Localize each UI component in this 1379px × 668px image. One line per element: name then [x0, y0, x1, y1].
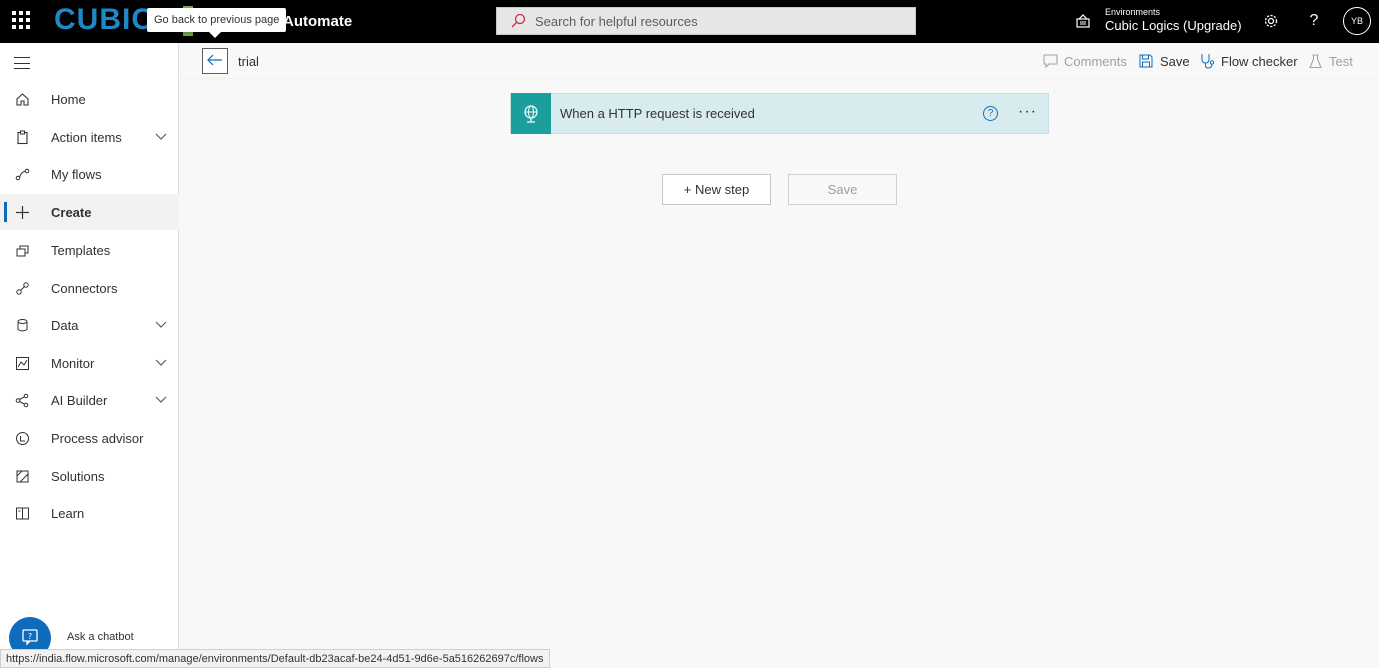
home-icon [14, 91, 31, 108]
save-icon [1138, 53, 1154, 69]
sidebar-item-create[interactable]: Create [0, 194, 179, 230]
flow-checker-label: Flow checker [1221, 53, 1298, 69]
sidebar-item-label: Monitor [51, 355, 95, 371]
book-icon [14, 505, 31, 522]
search-icon [509, 12, 527, 30]
templates-icon [14, 242, 31, 259]
status-url: https://india.flow.microsoft.com/manage/… [0, 649, 550, 668]
svg-text:?: ? [28, 632, 32, 641]
chevron-down-icon[interactable] [155, 357, 167, 369]
sidebar-item-label: Templates [51, 242, 111, 258]
sidebar-item-label: Learn [51, 505, 85, 521]
environment-picker[interactable]: Environments Cubic Logics (Upgrade) [1075, 7, 1242, 34]
sidebar-item-connectors[interactable]: Connectors [0, 270, 179, 306]
save-label: Save [1160, 53, 1190, 69]
chevron-down-icon[interactable] [155, 394, 167, 406]
arrow-left-icon [207, 54, 223, 69]
connectors-icon [14, 280, 31, 297]
monitor-icon [14, 355, 31, 372]
back-tooltip: Go back to previous page [147, 8, 287, 38]
flow-name[interactable]: trial [238, 54, 259, 69]
sidebar-item-label: Create [51, 204, 92, 220]
sidebar-item-label: Connectors [51, 280, 118, 296]
test-label: Test [1329, 53, 1353, 69]
environment-icon [1075, 12, 1093, 30]
sidebar-item-action-items[interactable]: Action items [0, 119, 179, 155]
test-button[interactable]: Test [1307, 53, 1353, 69]
chevron-down-icon[interactable] [155, 319, 167, 331]
sidebar-item-templates[interactable]: Templates [0, 232, 179, 268]
search-placeholder: Search for helpful resources [535, 13, 698, 29]
more-options-icon[interactable]: ··· [1018, 103, 1037, 121]
back-button[interactable] [202, 48, 228, 74]
database-icon [14, 317, 31, 334]
sidebar-item-label: My flows [51, 166, 102, 182]
new-step-button[interactable]: + New step [662, 174, 771, 205]
environment-label: Environments [1105, 7, 1161, 17]
plus-icon [14, 204, 31, 221]
command-bar: trial Comments Save Flow checker Test [180, 43, 1379, 79]
http-trigger-card[interactable]: When a HTTP request is received ? ··· [510, 93, 1049, 134]
sidebar-item-label: AI Builder [51, 392, 108, 408]
comment-icon [1042, 53, 1058, 69]
sidebar-item-learn[interactable]: Learn [0, 495, 179, 531]
sidebar-item-label: Solutions [51, 468, 105, 484]
app-launcher-icon[interactable] [12, 11, 30, 29]
trigger-help-icon[interactable]: ? [983, 106, 998, 121]
flask-icon [1307, 53, 1323, 69]
chevron-down-icon[interactable] [155, 131, 167, 143]
solutions-icon [14, 468, 31, 485]
canvas-save-button[interactable]: Save [788, 174, 897, 205]
environment-name: Cubic Logics (Upgrade) [1105, 18, 1242, 33]
flow-checker-button[interactable]: Flow checker [1199, 53, 1298, 69]
sidebar-item-monitor[interactable]: Monitor [0, 345, 179, 381]
company-logo[interactable]: CUBIC [54, 3, 154, 37]
save-button[interactable]: Save [1138, 53, 1190, 69]
sidebar-item-data[interactable]: Data [0, 307, 179, 343]
settings-gear-icon[interactable] [1261, 11, 1281, 31]
sidebar-item-my-flows[interactable]: My flows [0, 156, 179, 192]
clipboard-icon [14, 129, 31, 146]
help-icon[interactable]: ? [1304, 11, 1324, 31]
search-box[interactable]: Search for helpful resources [496, 7, 916, 35]
sidebar-item-label: Data [51, 317, 79, 333]
flow-icon [14, 166, 31, 183]
stethoscope-icon [1199, 53, 1215, 69]
sidebar-item-label: Process advisor [51, 430, 144, 446]
sidebar-item-process-advisor[interactable]: Process advisor [0, 420, 179, 456]
trigger-title: When a HTTP request is received [560, 106, 755, 121]
sidebar-item-solutions[interactable]: Solutions [0, 458, 179, 494]
hamburger-menu-icon[interactable] [14, 57, 30, 69]
globe-request-icon [511, 93, 551, 134]
app-name[interactable]: Automate [283, 13, 352, 30]
chat-icon: ? [21, 628, 39, 649]
sidebar-item-home[interactable]: Home [0, 81, 179, 117]
chatbot-label: Ask a chatbot [67, 631, 134, 643]
sidebar-item-label: Action items [51, 129, 122, 145]
sidebar-item-ai-builder[interactable]: AI Builder [0, 382, 179, 418]
avatar[interactable]: YB [1343, 7, 1371, 35]
comments-label: Comments [1064, 53, 1127, 69]
sidebar: Home Action items My flows Create Templa… [0, 43, 179, 668]
ai-builder-icon [14, 392, 31, 409]
comments-button[interactable]: Comments [1042, 53, 1127, 69]
process-advisor-icon [14, 430, 31, 447]
sidebar-item-label: Home [51, 91, 86, 107]
